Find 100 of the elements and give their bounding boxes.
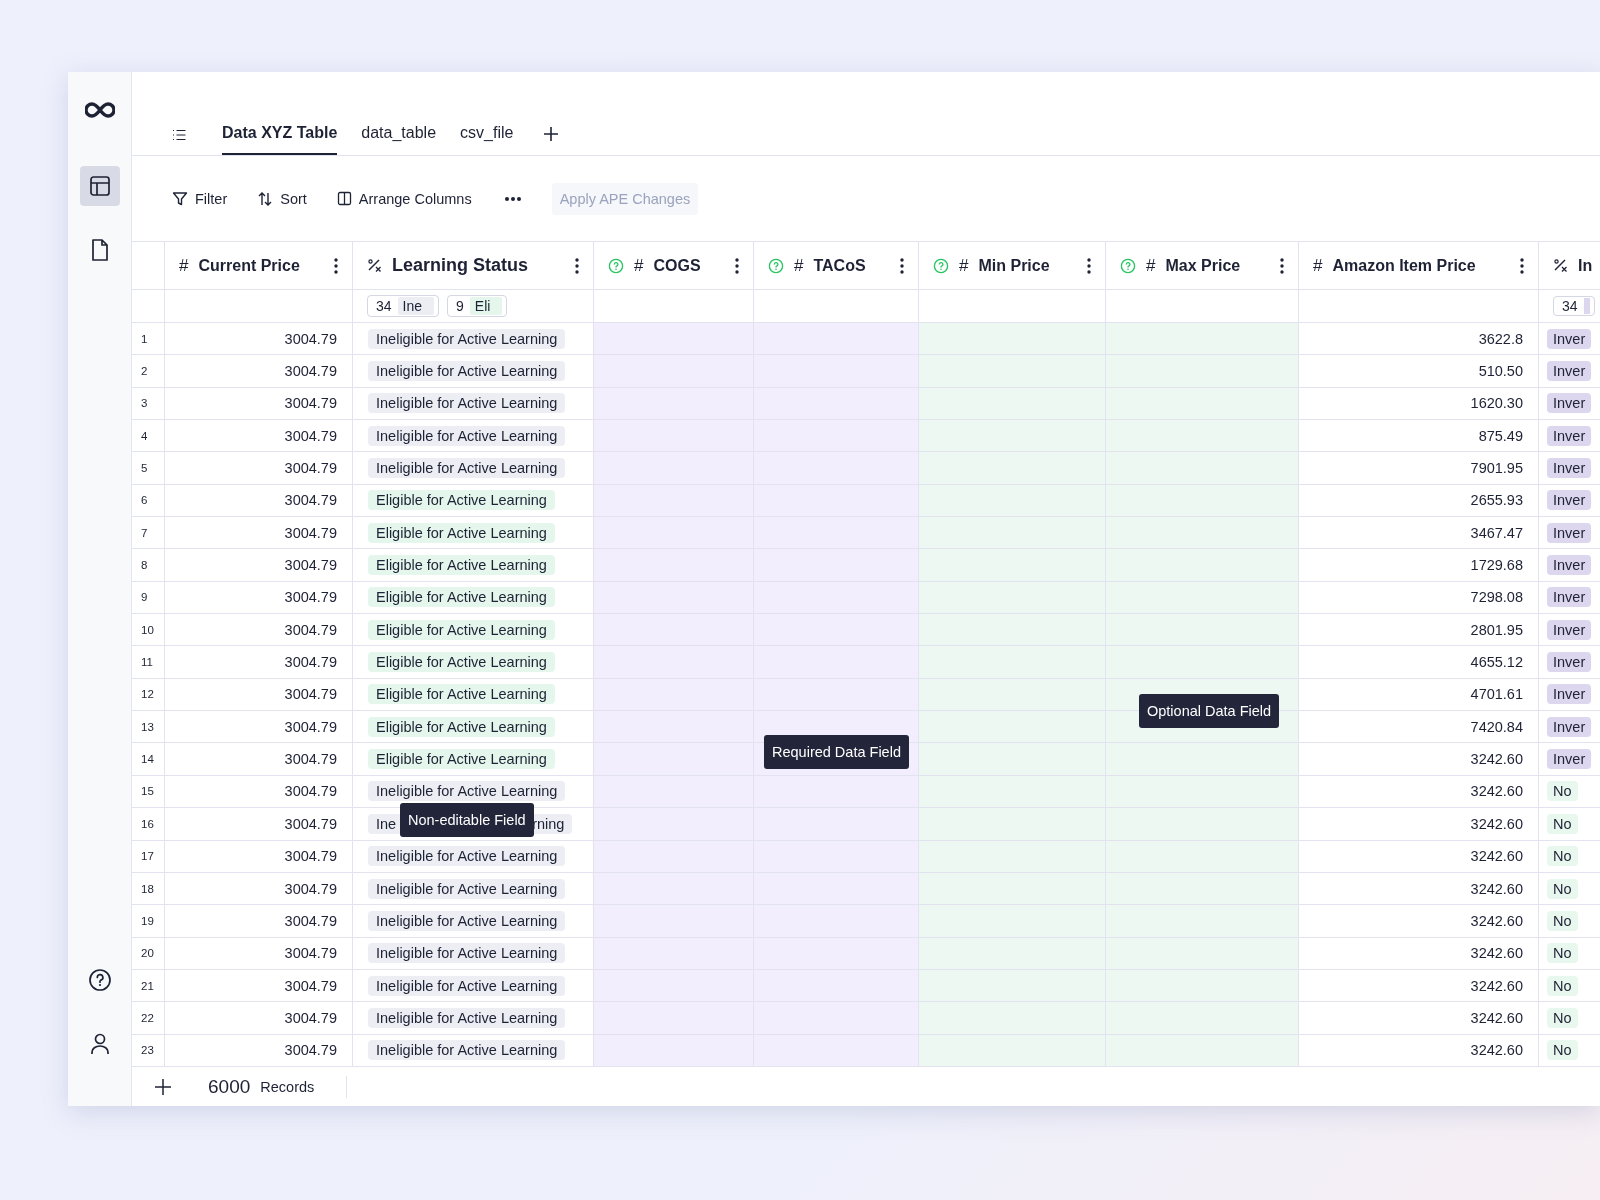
table-cell: 510.50 [1299, 355, 1539, 387]
help-icon [768, 257, 784, 274]
column-header[interactable]: # Max Price [1106, 242, 1299, 289]
filter-icon [172, 190, 188, 207]
kebab-menu-icon[interactable] [334, 257, 338, 274]
table-cell: 3622.8 [1299, 323, 1539, 355]
status-tag: Eligible for Active Learning [368, 555, 555, 576]
column-header[interactable]: # COGS [594, 242, 754, 289]
row-number: 4 [132, 420, 165, 452]
status-tag: Ineligible for Active Learning [368, 425, 566, 446]
status-tag: Ineligible for Active Learning [368, 1040, 566, 1061]
column-type-symbol: # [179, 255, 189, 276]
tooltip: Optional Data Field [1139, 694, 1280, 728]
kebab-menu-icon[interactable] [1087, 257, 1091, 274]
status-tag: No [1547, 910, 1578, 931]
row-number: 11 [132, 646, 165, 678]
table-cell: 3004.79 [165, 549, 353, 581]
status-tag: Inver [1547, 684, 1592, 705]
status-tag: Eligible for Active Learning [368, 619, 555, 640]
table-cell: 3242.60 [1299, 808, 1539, 840]
table-cell: 3004.79 [165, 646, 353, 678]
summary-chip[interactable]: 34 [1553, 296, 1595, 316]
status-tag: No [1547, 975, 1578, 996]
row-number: 6 [132, 484, 165, 517]
help-icon[interactable] [87, 968, 112, 992]
status-tag: Inver [1547, 555, 1592, 576]
row-number: 14 [132, 743, 165, 775]
row-number: 10 [132, 614, 165, 646]
summary-chip[interactable]: 34 Ine [367, 295, 440, 317]
table-cell: 2655.93 [1299, 484, 1539, 517]
list-icon[interactable] [172, 129, 186, 141]
table-cell: 3242.60 [1299, 775, 1539, 808]
status-tag: Inver [1547, 458, 1592, 479]
table-nav-button[interactable] [79, 166, 120, 206]
row-number: 23 [132, 1034, 165, 1066]
row-number: 2 [132, 355, 165, 387]
column-header[interactable]: Learning Status [353, 242, 594, 289]
status-tag: No [1547, 1007, 1578, 1028]
table-cell: 3004.79 [165, 905, 353, 937]
status-tag: No [1547, 1040, 1578, 1061]
table-cell: 3242.60 [1299, 1002, 1539, 1034]
table-icon [88, 175, 111, 197]
percent-icon [1553, 258, 1568, 273]
status-tag: Eligible for Active Learning [368, 684, 555, 705]
table-cell: 3004.79 [165, 323, 353, 355]
column-header[interactable]: In [1539, 242, 1600, 289]
table-cell: 3004.79 [165, 355, 353, 387]
more-icon[interactable] [503, 195, 522, 202]
table-cell: 3467.47 [1299, 517, 1539, 549]
status-tag: Inver [1547, 749, 1592, 770]
table-cell: 3004.79 [165, 840, 353, 872]
table-cell: 3004.79 [165, 387, 353, 420]
kebab-menu-icon[interactable] [575, 257, 579, 274]
status-tag: Inver [1547, 587, 1592, 608]
table-cell: 1620.30 [1299, 387, 1539, 420]
row-number: 8 [132, 549, 165, 581]
filter-button[interactable]: Filter [172, 190, 228, 207]
row-number: 21 [132, 969, 165, 1002]
add-record-icon[interactable] [154, 1077, 172, 1096]
table-cell: 3242.60 [1299, 937, 1539, 969]
tab[interactable]: csv_file [460, 124, 514, 155]
table-cell: 3004.79 [165, 484, 353, 517]
column-header[interactable]: # TACoS [754, 242, 919, 289]
table-cell: 3004.79 [165, 1002, 353, 1034]
status-tag: Eligible for Active Learning [368, 490, 555, 511]
table-cell: 7420.84 [1299, 711, 1539, 743]
status-tag: Inver [1547, 490, 1592, 511]
table-cell: 3004.79 [165, 517, 353, 549]
status-tag: No [1547, 943, 1578, 964]
row-number: 19 [132, 905, 165, 937]
record-count: 6000 [208, 1075, 251, 1098]
tooltip: Non-editable Field [400, 803, 534, 837]
columns-button[interactable]: Arrange Columns [336, 190, 472, 207]
kebab-menu-icon[interactable] [1280, 257, 1284, 274]
sort-icon [257, 190, 274, 207]
add-tab-icon[interactable] [543, 126, 560, 142]
table-cell: 3242.60 [1299, 743, 1539, 775]
kebab-menu-icon[interactable] [900, 257, 904, 274]
table-cell: 875.49 [1299, 420, 1539, 452]
percent-icon [367, 258, 382, 273]
infinity-logo-icon [84, 102, 115, 118]
table-cell: 3004.79 [165, 1034, 353, 1066]
kebab-menu-icon[interactable] [735, 257, 739, 274]
user-icon[interactable] [88, 1032, 111, 1056]
status-tag: Ineligible for Active Learning [368, 846, 566, 867]
table-cell: 4655.12 [1299, 646, 1539, 678]
table-cell: 3004.79 [165, 969, 353, 1002]
column-header[interactable]: # Current Price [165, 242, 353, 289]
kebab-menu-icon[interactable] [1520, 257, 1524, 274]
tab[interactable]: Data XYZ Table [222, 124, 338, 155]
row-number: 7 [132, 517, 165, 549]
column-header[interactable]: # Amazon Item Price [1299, 242, 1539, 289]
column-header[interactable]: # Min Price [919, 242, 1106, 289]
tab[interactable]: data_table [361, 124, 437, 155]
summary-chip[interactable]: 9 Eli [447, 295, 508, 317]
column-type-symbol: # [634, 255, 644, 276]
sort-button[interactable]: Sort [257, 190, 307, 207]
status-tag: Inver [1547, 652, 1592, 673]
table-cell: 4701.61 [1299, 678, 1539, 711]
table-cell: 3004.79 [165, 452, 353, 484]
